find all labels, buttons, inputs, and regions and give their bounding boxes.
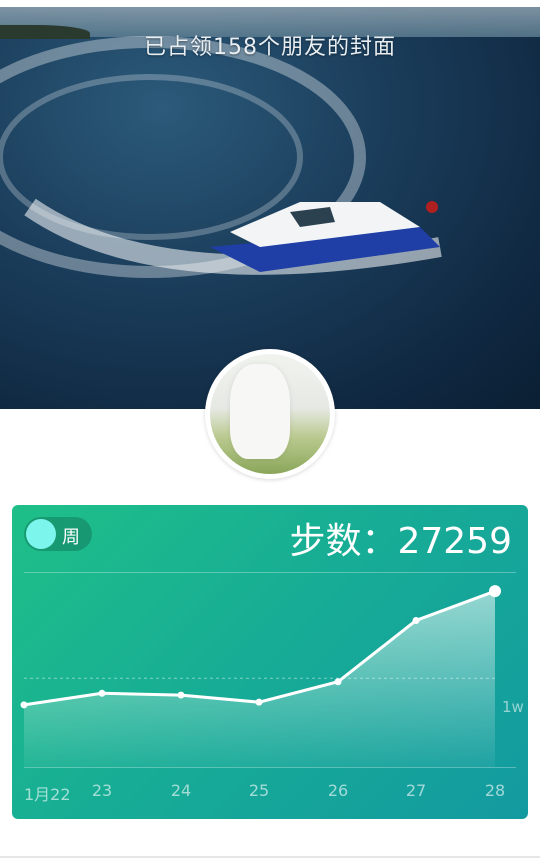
x-tick-label: 27 [405, 781, 427, 800]
data-point [334, 678, 342, 686]
data-point [20, 701, 28, 709]
avatar[interactable] [205, 349, 335, 479]
x-tick-label: 26 [327, 781, 349, 800]
x-tick-label: 28 [484, 781, 506, 800]
steps-card: 周 步数：27259 1w 1月22 23 24 25 26 27 28 [12, 505, 528, 819]
user-avatar-icon [210, 354, 330, 474]
data-point [255, 698, 263, 706]
data-point [412, 616, 420, 624]
x-tick-label: 1月22 [24, 785, 71, 804]
x-tick-label: 24 [170, 781, 192, 800]
avatar-figure [230, 364, 290, 459]
cover-caption: 已占领158个朋友的封面 [144, 35, 396, 60]
x-tick-label: 25 [248, 781, 270, 800]
data-point [489, 585, 501, 598]
data-point [177, 691, 185, 699]
data-point [98, 689, 106, 697]
x-tick-label: 23 [91, 781, 113, 800]
reference-line-label: 1w [502, 698, 524, 716]
steps-chart [20, 585, 501, 767]
